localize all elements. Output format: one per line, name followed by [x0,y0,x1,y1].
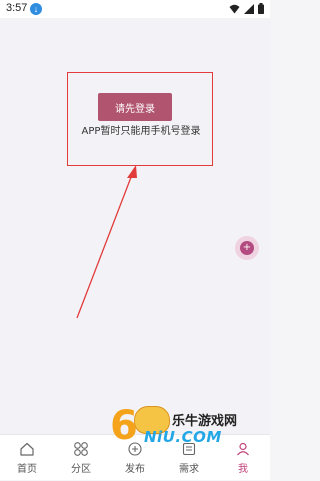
publish-icon [128,442,142,456]
tab-label-demand: 需求 [179,464,199,475]
wifi-icon [229,4,240,13]
status-bar: 3:57 ↓ [0,0,270,18]
tab-demand[interactable]: 需求 [162,435,216,481]
demand-icon [182,442,196,456]
status-icons [229,3,264,14]
tab-label-publish: 发布 [125,464,145,475]
tab-label-category: 分区 [71,464,91,475]
tab-category[interactable]: 分区 [54,435,108,481]
login-button[interactable]: 请先登录 [98,93,172,121]
tab-home[interactable]: 首页 [0,435,54,481]
signal-icon [244,3,254,14]
download-notification-icon: ↓ [30,3,42,15]
category-icon [74,442,88,456]
profile-icon [237,442,249,456]
status-time: 3:57 [6,2,28,14]
floating-action-button[interactable]: + [235,236,259,260]
tab-label-home: 首页 [17,464,37,475]
home-icon [20,442,34,456]
tab-profile[interactable]: 我 [216,435,270,481]
battery-icon [258,3,264,14]
plus-icon: + [240,241,254,255]
bottom-tab-bar: 首页 分区 发布 需求 我 [0,434,270,480]
tab-publish[interactable]: 发布 [108,435,162,481]
login-hint-text: APP暂时只能用手机号登录 [81,126,201,137]
tab-label-profile: 我 [238,464,248,475]
